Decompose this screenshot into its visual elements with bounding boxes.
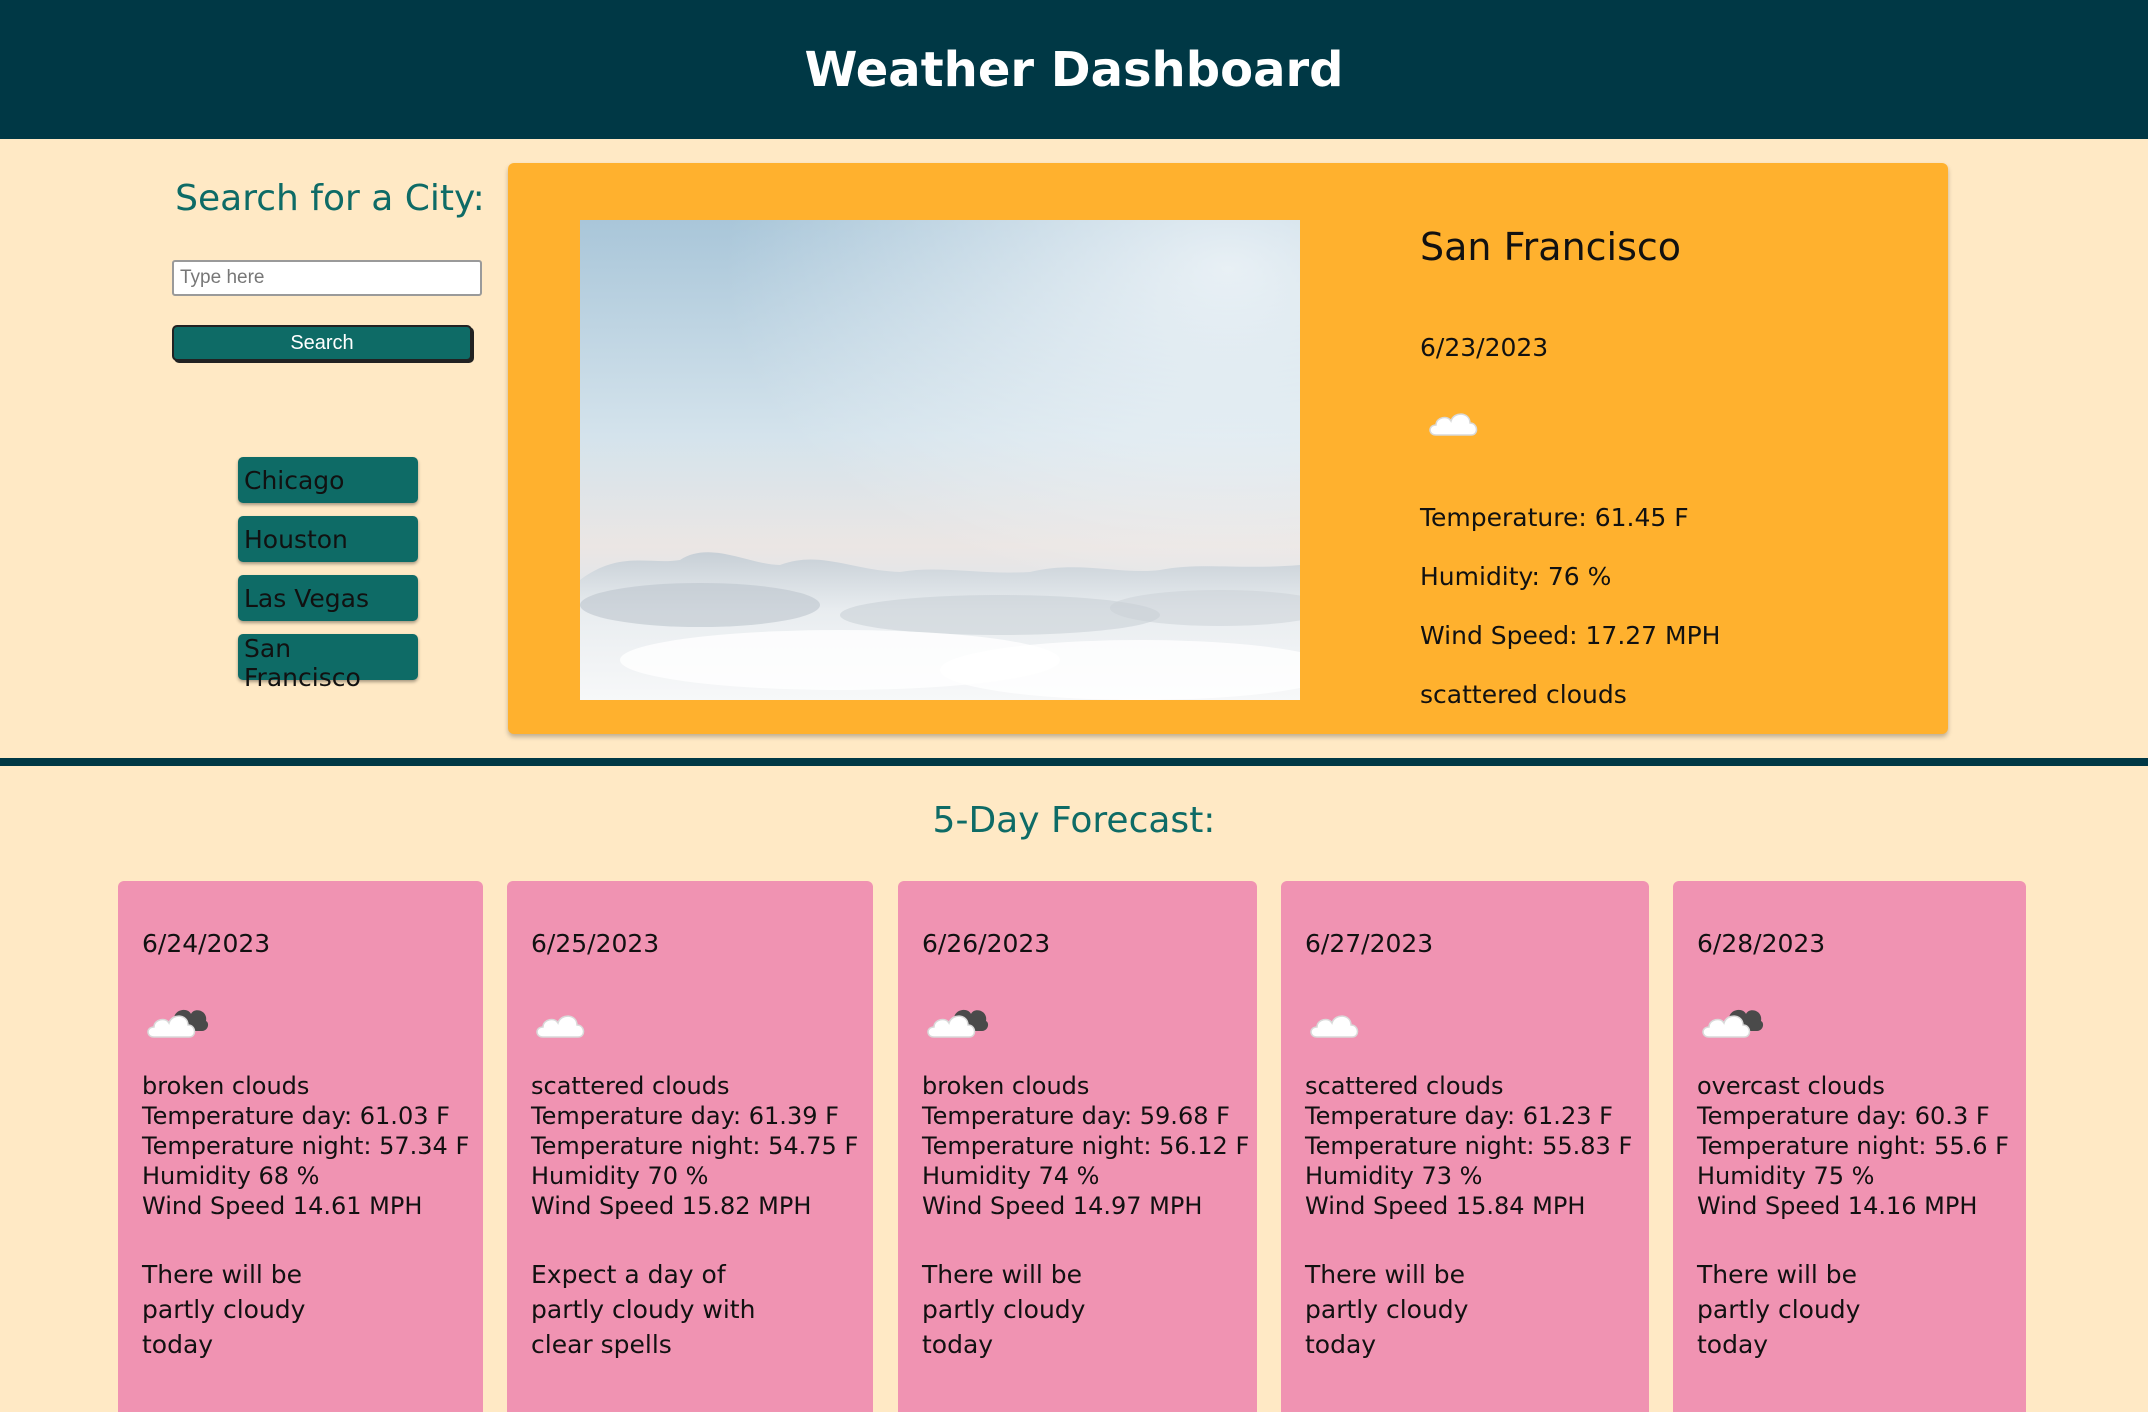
forecast-temp-day: Temperature day: 59.68 F (922, 1102, 1230, 1130)
forecast-description: broken clouds (922, 1072, 1090, 1100)
forecast-temp-night: Temperature night: 54.75 F (531, 1132, 859, 1160)
forecast-wind-speed: Wind Speed 15.84 MPH (1305, 1192, 1586, 1220)
forecast-description: broken clouds (142, 1072, 310, 1100)
forecast-summary: There will be partly cloudy today (142, 1260, 306, 1359)
forecast-date: 6/26/2023 (922, 929, 1051, 958)
forecast-date: 6/28/2023 (1697, 929, 1826, 958)
section-divider (0, 758, 2148, 766)
forecast-temp-night: Temperature night: 57.34 F (142, 1132, 470, 1160)
forecast-humidity: Humidity 68 % (142, 1162, 320, 1190)
forecast-card: 6/26/2023 broken clouds Temperature day:… (898, 881, 1257, 1412)
forecast-details: scattered clouds Temperature day: 61.23 … (1305, 1071, 1632, 1221)
forecast-summary: Expect a day of partly cloudy with clear… (531, 1260, 756, 1359)
current-city-name: San Francisco (1420, 225, 1682, 269)
cloud-icon (533, 997, 599, 1043)
forecast-summary: There will be partly cloudy today (922, 1260, 1086, 1359)
forecast-temp-night: Temperature night: 55.83 F (1305, 1132, 1633, 1160)
forecast-temp-day: Temperature day: 61.23 F (1305, 1102, 1613, 1130)
forecast-humidity: Humidity 70 % (531, 1162, 709, 1190)
forecast-temp-day: Temperature day: 61.39 F (531, 1102, 839, 1130)
search-button[interactable]: Search (172, 325, 472, 361)
forecast-humidity: Humidity 75 % (1697, 1162, 1875, 1190)
current-wind-speed: Wind Speed: 17.27 MPH (1420, 621, 1721, 650)
broken-clouds-icon (1699, 997, 1765, 1043)
forecast-card: 6/24/2023 broken clouds Temperature day:… (118, 881, 483, 1412)
forecast-summary: There will be partly cloudy today (1305, 1260, 1469, 1359)
forecast-details: scattered clouds Temperature day: 61.39 … (531, 1071, 858, 1221)
forecast-date: 6/25/2023 (531, 929, 660, 958)
history-item-las-vegas[interactable]: Las Vegas (238, 575, 418, 621)
forecast-card: 6/28/2023 overcast clouds Temperature da… (1673, 881, 2026, 1412)
broken-clouds-icon (144, 997, 210, 1043)
cloud-icon (1424, 399, 1484, 443)
forecast-humidity: Humidity 73 % (1305, 1162, 1483, 1190)
forecast-temp-day: Temperature day: 60.3 F (1697, 1102, 1990, 1130)
forecast-description: overcast clouds (1697, 1072, 1885, 1100)
current-humidity: Humidity: 76 % (1420, 562, 1612, 591)
forecast-description: scattered clouds (1305, 1072, 1504, 1100)
current-date: 6/23/2023 (1420, 333, 1549, 362)
forecast-temp-day: Temperature day: 61.03 F (142, 1102, 450, 1130)
forecast-humidity: Humidity 74 % (922, 1162, 1100, 1190)
forecast-wind-speed: Wind Speed 15.82 MPH (531, 1192, 812, 1220)
city-photo (580, 220, 1300, 700)
forecast-wind-speed: Wind Speed 14.61 MPH (142, 1192, 423, 1220)
current-weather-card: San Francisco 6/23/2023 Temperature: 61.… (508, 163, 1948, 734)
forecast-wind-speed: Wind Speed 14.16 MPH (1697, 1192, 1978, 1220)
search-history: Chicago Houston Las Vegas San Francisco (238, 457, 418, 693)
forecast-temp-night: Temperature night: 55.6 F (1697, 1132, 2009, 1160)
page-title: Weather Dashboard (804, 41, 1344, 98)
search-heading: Search for a City: (175, 178, 485, 219)
forecast-date: 6/27/2023 (1305, 929, 1434, 958)
history-item-chicago[interactable]: Chicago (238, 457, 418, 503)
forecast-card: 6/25/2023 scattered clouds Temperature d… (507, 881, 873, 1412)
broken-clouds-icon (924, 997, 990, 1043)
forecast-details: broken clouds Temperature day: 61.03 F T… (142, 1071, 469, 1221)
current-temperature: Temperature: 61.45 F (1420, 503, 1689, 532)
forecast-summary: There will be partly cloudy today (1697, 1260, 1861, 1359)
forecast-card: 6/27/2023 scattered clouds Temperature d… (1281, 881, 1649, 1412)
forecast-heading: 5-Day Forecast: (932, 800, 1216, 841)
forecast-details: broken clouds Temperature day: 59.68 F T… (922, 1071, 1249, 1221)
page-header: Weather Dashboard (0, 0, 2148, 139)
history-item-san-francisco[interactable]: San Francisco (238, 634, 418, 692)
current-description: scattered clouds (1420, 680, 1627, 709)
forecast-wind-speed: Wind Speed 14.97 MPH (922, 1192, 1203, 1220)
forecast-details: overcast clouds Temperature day: 60.3 F … (1697, 1071, 2009, 1221)
search-input[interactable] (172, 260, 482, 296)
forecast-description: scattered clouds (531, 1072, 730, 1100)
history-item-houston[interactable]: Houston (238, 516, 418, 562)
forecast-temp-night: Temperature night: 56.12 F (922, 1132, 1250, 1160)
forecast-date: 6/24/2023 (142, 929, 271, 958)
cloud-icon (1307, 997, 1373, 1043)
